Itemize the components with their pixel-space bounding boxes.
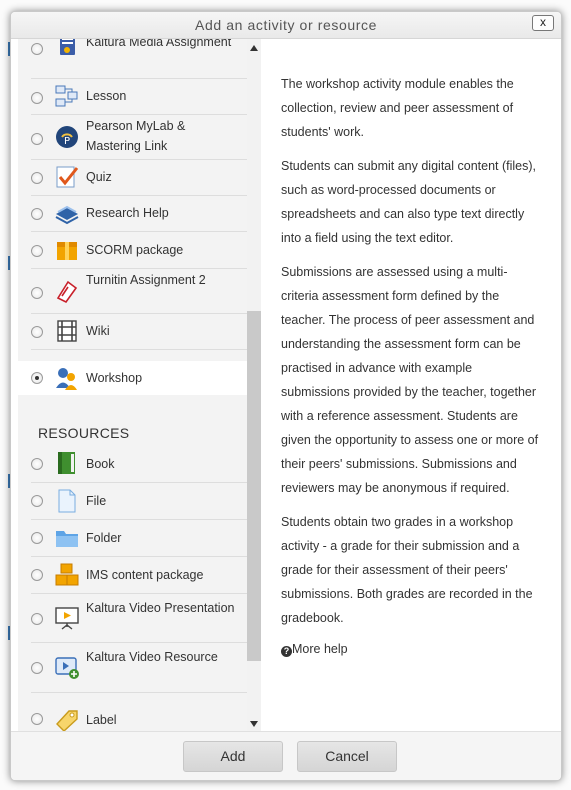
radio-kaltura-video-presentation[interactable] — [31, 613, 43, 625]
add-button[interactable]: Add — [183, 741, 283, 772]
list-scrollbar[interactable] — [247, 39, 261, 732]
lesson-icon — [54, 83, 80, 109]
description-paragraph: Submissions are assessed using a multi-c… — [281, 265, 539, 495]
kaltura-video-resource-icon — [54, 654, 80, 680]
list-item-folder[interactable]: Folder — [18, 520, 254, 556]
divider — [31, 349, 251, 350]
resources-heading: RESOURCES — [38, 425, 130, 441]
turnitin-icon — [54, 278, 80, 304]
quiz-icon — [54, 164, 80, 190]
list-item-turnitin-assignment-2[interactable]: Turnitin Assignment 2 — [18, 269, 254, 313]
description-paragraph: Students can submit any digital content … — [281, 159, 536, 245]
list-item-file[interactable]: File — [18, 483, 254, 519]
radio-folder[interactable] — [31, 532, 43, 544]
radio-turnitin-assignment-2[interactable] — [31, 287, 43, 299]
item-label: IMS content package — [86, 568, 204, 582]
item-label: Workshop — [86, 371, 143, 385]
radio-label[interactable] — [31, 713, 43, 725]
scorm-icon — [54, 237, 80, 263]
description-paragraph: The workshop activity module enables the… — [281, 77, 514, 139]
more-help-label: More help — [292, 642, 348, 656]
list-item-book[interactable]: Book — [18, 445, 254, 482]
list-item-lesson[interactable]: Lesson — [18, 79, 254, 114]
item-label: Turnitin Assignment 2 — [86, 273, 206, 287]
item-label: Kaltura Media Assignment — [86, 39, 232, 49]
label-icon — [54, 707, 80, 732]
list-item-ims-content-package[interactable]: IMS content package — [18, 557, 254, 593]
scroll-down-arrow-icon[interactable] — [250, 721, 258, 727]
more-help-link[interactable]: ? More help — [281, 642, 348, 657]
radio-scorm-package[interactable] — [31, 245, 43, 257]
item-label: Folder — [86, 531, 122, 545]
folder-icon — [54, 525, 80, 551]
kaltura-media-assignment-icon — [54, 39, 80, 59]
radio-workshop[interactable] — [31, 372, 43, 384]
item-label: Pearson MyLab & Mastering Link — [86, 119, 186, 153]
module-description-pane: The workshop activity module enables the… — [264, 39, 561, 732]
pearson-icon: P — [54, 124, 80, 150]
radio-ims-content-package[interactable] — [31, 569, 43, 581]
add-activity-dialog: Add an activity or resource x Kaltura Me… — [10, 11, 562, 781]
book-icon — [54, 450, 80, 476]
scrollbar-thumb[interactable] — [247, 311, 261, 661]
list-item-wiki[interactable]: Wiki — [18, 314, 254, 349]
list-item-scorm-package[interactable]: SCORM package — [18, 232, 254, 268]
scroll-up-arrow-icon[interactable] — [250, 45, 258, 51]
kaltura-video-presentation-icon — [54, 605, 80, 631]
item-label: Book — [86, 457, 115, 471]
module-chooser-list[interactable]: Kaltura Media Assignment Lesson P Pearso… — [18, 39, 254, 732]
item-label: Kaltura Video Resource — [86, 650, 218, 664]
ims-package-icon — [54, 562, 80, 588]
list-item-kaltura-video-resource[interactable]: Kaltura Video Resource — [18, 643, 254, 692]
item-label: Wiki — [86, 324, 110, 338]
item-label: Lesson — [86, 89, 127, 103]
dialog-title: Add an activity or resource — [195, 17, 377, 33]
dialog-footer: Add Cancel — [11, 731, 561, 780]
list-item-kaltura-video-presentation[interactable]: Kaltura Video Presentation — [18, 594, 254, 642]
help-icon: ? — [281, 646, 292, 657]
module-description: The workshop activity module enables the… — [281, 72, 543, 658]
radio-pearson[interactable] — [31, 133, 43, 145]
list-item-label[interactable]: Label — [18, 693, 254, 732]
item-label: File — [86, 494, 107, 508]
workshop-icon — [54, 365, 80, 391]
svg-text:P: P — [64, 136, 70, 147]
radio-lesson[interactable] — [31, 92, 43, 104]
dialog-header: Add an activity or resource x — [11, 12, 561, 39]
radio-kaltura-video-resource[interactable] — [31, 662, 43, 674]
list-item-pearson[interactable]: P Pearson MyLab & Mastering Link — [18, 115, 254, 159]
radio-research-help[interactable] — [31, 208, 43, 220]
list-item-quiz[interactable]: Quiz — [18, 160, 254, 195]
item-label: Kaltura Video Presentation — [86, 601, 235, 615]
list-item-kaltura-media-assignment[interactable]: Kaltura Media Assignment — [18, 39, 254, 77]
cancel-button[interactable]: Cancel — [297, 741, 397, 772]
item-label: SCORM package — [86, 243, 184, 257]
item-label: Label — [86, 713, 117, 727]
close-button[interactable]: x — [532, 15, 554, 31]
item-label: Quiz — [86, 170, 112, 184]
radio-kaltura-media-assignment[interactable] — [31, 43, 43, 55]
radio-file[interactable] — [31, 495, 43, 507]
file-icon — [54, 488, 80, 514]
radio-quiz[interactable] — [31, 172, 43, 184]
radio-wiki[interactable] — [31, 326, 43, 338]
wiki-icon — [54, 318, 80, 344]
list-item-research-help[interactable]: Research Help — [18, 196, 254, 231]
description-paragraph: Students obtain two grades in a workshop… — [281, 515, 533, 625]
research-help-icon — [54, 200, 80, 226]
list-item-workshop[interactable]: Workshop — [18, 361, 254, 395]
radio-book[interactable] — [31, 458, 43, 470]
item-label: Research Help — [86, 206, 169, 220]
